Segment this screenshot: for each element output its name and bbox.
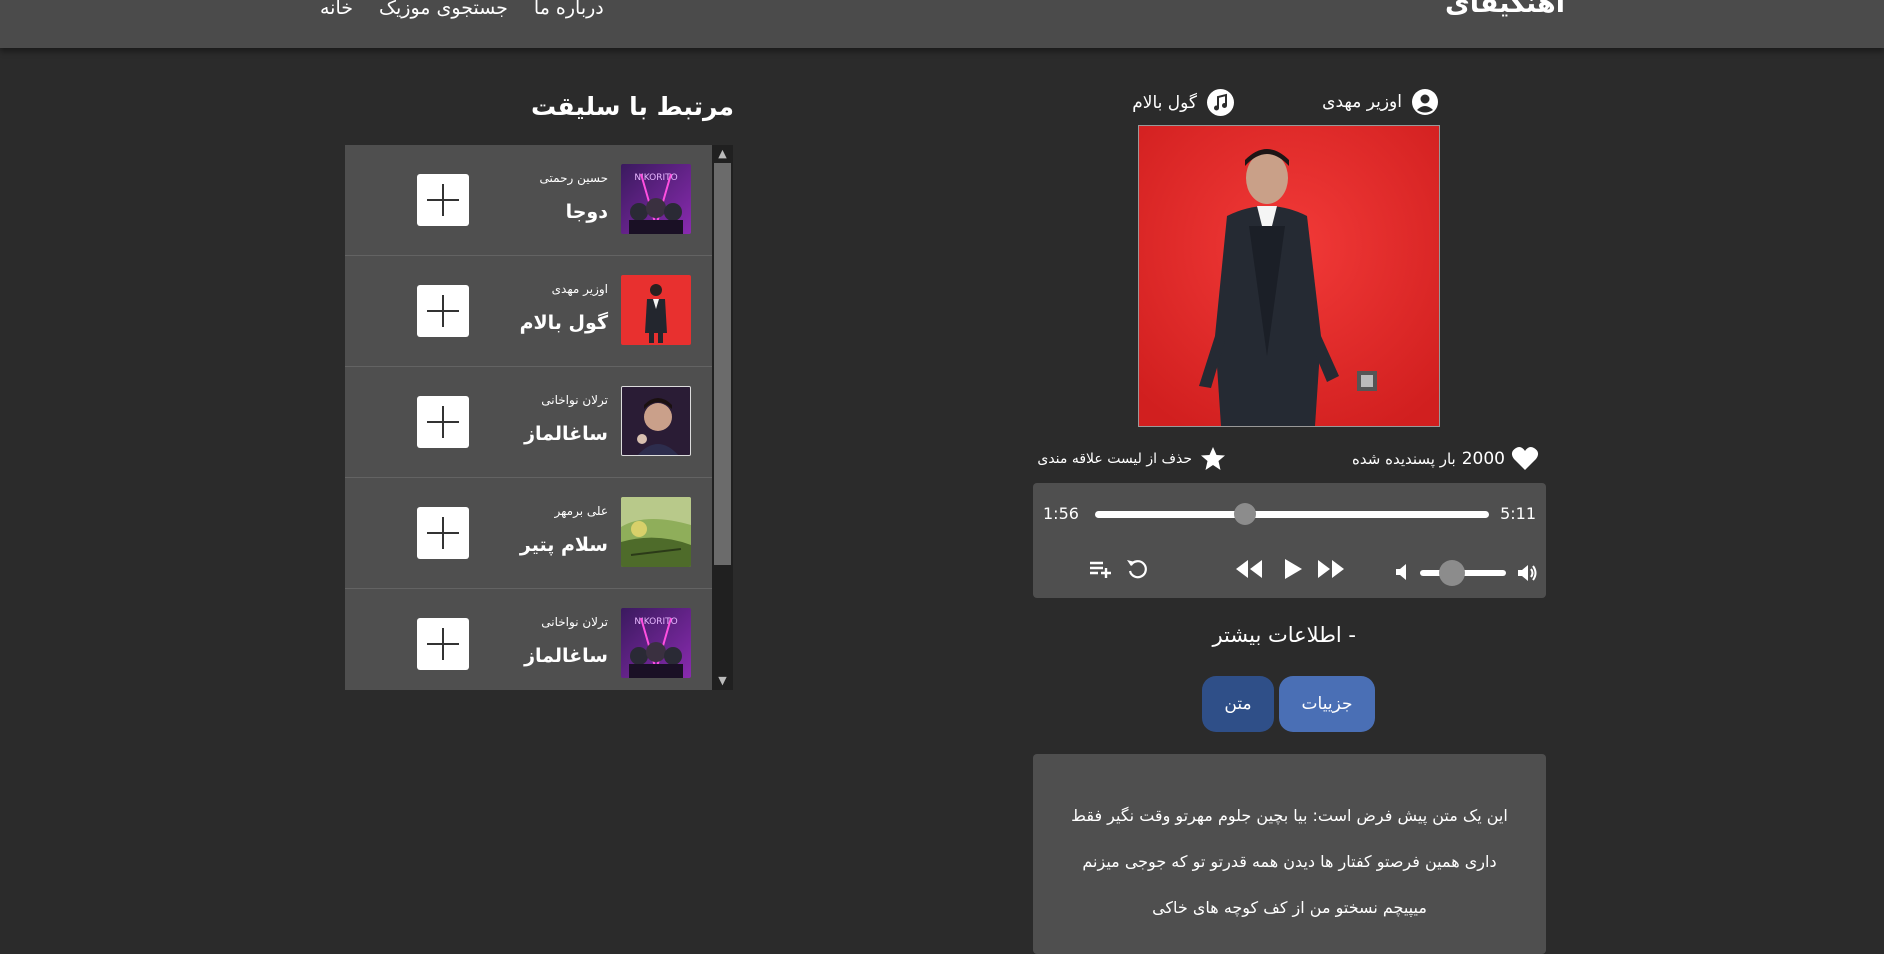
nav-about-us[interactable]: درباره ما (534, 0, 604, 19)
song-artist-label: اوزیر مهدی (1322, 92, 1402, 112)
list-scrollbar[interactable]: ▲ ▼ (712, 145, 733, 690)
main-nav: خانه جستجوی موزیک درباره ما (320, 0, 604, 19)
star-icon (1201, 447, 1225, 470)
artist-name: علی برمهر (554, 504, 609, 518)
song-title[interactable]: دوجا (566, 201, 608, 223)
add-to-playlist-button[interactable] (417, 285, 469, 337)
add-to-playlist-button[interactable] (417, 507, 469, 559)
more-info-toggle[interactable]: - اطلاعات بیشتر (1212, 623, 1356, 647)
plus-icon (427, 517, 459, 549)
add-to-playlist-button[interactable] (417, 174, 469, 226)
lyrics-panel: این یک متن پیش فرض است: بیا بچین جلوم مه… (1033, 754, 1546, 954)
details-button[interactable]: جزییات (1279, 676, 1375, 732)
related-list: NIKORITO حسین رحمتی دوجا اوزیر مهدی گول … (345, 145, 712, 690)
list-item[interactable]: ترلان نواخانی ساغالماز (345, 367, 712, 478)
lyrics-line: میپیچم نسختو من از کف کوچه های خاکی (1152, 898, 1427, 917)
volume-thumb[interactable] (1438, 560, 1465, 586)
brand-logo[interactable]: آهنگیفای (1445, 0, 1565, 19)
song-name: گول بالام (1132, 89, 1234, 116)
plus-icon (427, 295, 459, 327)
related-list-container: NIKORITO حسین رحمتی دوجا اوزیر مهدی گول … (345, 145, 733, 690)
favorite-toggle[interactable]: حذف از لیست علاقه مندی (1037, 446, 1226, 471)
song-name-label: گول بالام (1132, 92, 1197, 113)
volume-up-icon[interactable] (1517, 563, 1539, 587)
song-title[interactable]: ساغالماز (524, 423, 608, 445)
add-to-queue-icon[interactable] (1088, 557, 1114, 585)
user-circle-icon (1412, 89, 1438, 115)
song-title[interactable]: ساغالماز (524, 645, 608, 667)
artist-name: ترلان نواخانی (541, 393, 608, 407)
list-item[interactable]: علی برمهر سلام پتیر (345, 478, 712, 589)
artist-name: حسین رحمتی (539, 171, 608, 185)
seek-bar[interactable] (1095, 503, 1489, 525)
plus-icon (427, 628, 459, 660)
scrollbar-thumb[interactable] (714, 163, 731, 565)
song-title[interactable]: سلام پتیر (520, 534, 608, 556)
lyrics-line: این یک متن پیش فرض است: بیا بچین جلوم مه… (1071, 806, 1508, 825)
lyrics-button[interactable]: متن (1202, 676, 1274, 732)
list-item[interactable]: اوزیر مهدی گول بالام (345, 256, 712, 367)
plus-icon (427, 406, 459, 438)
song-cover[interactable] (621, 497, 691, 567)
rewind-icon[interactable] (1234, 557, 1264, 585)
song-cover[interactable]: NIKORITO (621, 164, 691, 234)
volume-down-icon[interactable] (1395, 563, 1411, 585)
song-cover[interactable] (621, 275, 691, 345)
heart-icon[interactable] (1511, 446, 1539, 471)
song-cover[interactable]: NIKORITO (621, 608, 691, 678)
album-cover (1138, 125, 1440, 427)
top-navbar: خانه جستجوی موزیک درباره ما آهنگیفای (0, 0, 1884, 48)
nav-home[interactable]: خانه (320, 0, 353, 19)
artist-name: اوزیر مهدی (551, 282, 608, 296)
scroll-down-arrow-icon[interactable]: ▼ (712, 672, 733, 690)
audio-player: 1:56 5:11 (1033, 483, 1546, 598)
song-artist[interactable]: اوزیر مهدی (1322, 89, 1438, 115)
repeat-icon[interactable] (1125, 557, 1149, 585)
current-time: 1:56 (1043, 504, 1079, 523)
duration: 5:11 (1500, 504, 1536, 523)
seek-thumb[interactable] (1233, 503, 1256, 525)
lyrics-line: داری همین فرصتو کفتار ها دیدن همه قدرتو … (1082, 852, 1497, 871)
play-icon[interactable] (1282, 557, 1304, 585)
fast-forward-icon[interactable] (1316, 557, 1346, 585)
music-note-icon (1207, 89, 1234, 116)
scroll-up-arrow-icon[interactable]: ▲ (712, 145, 733, 163)
add-to-playlist-button[interactable] (417, 618, 469, 670)
nav-music-search[interactable]: جستجوی موزیک (379, 0, 508, 19)
song-title[interactable]: گول بالام (520, 312, 608, 334)
add-to-playlist-button[interactable] (417, 396, 469, 448)
likes-info: 2000 بار پسندیده شده (1352, 446, 1539, 471)
favorite-label: حذف از لیست علاقه مندی (1037, 450, 1192, 467)
likes-count: 2000 (1461, 448, 1505, 469)
list-item[interactable]: NIKORITO ترلان نواخانی ساغالماز (345, 589, 712, 690)
artist-name: ترلان نواخانی (541, 615, 608, 629)
list-item[interactable]: NIKORITO حسین رحمتی دوجا (345, 145, 712, 256)
related-title: مرتبط با سلیقت (530, 92, 734, 121)
song-cover[interactable] (621, 386, 691, 456)
likes-label: بار پسندیده شده (1352, 449, 1456, 468)
volume-slider[interactable] (1420, 560, 1506, 586)
plus-icon (427, 184, 459, 216)
